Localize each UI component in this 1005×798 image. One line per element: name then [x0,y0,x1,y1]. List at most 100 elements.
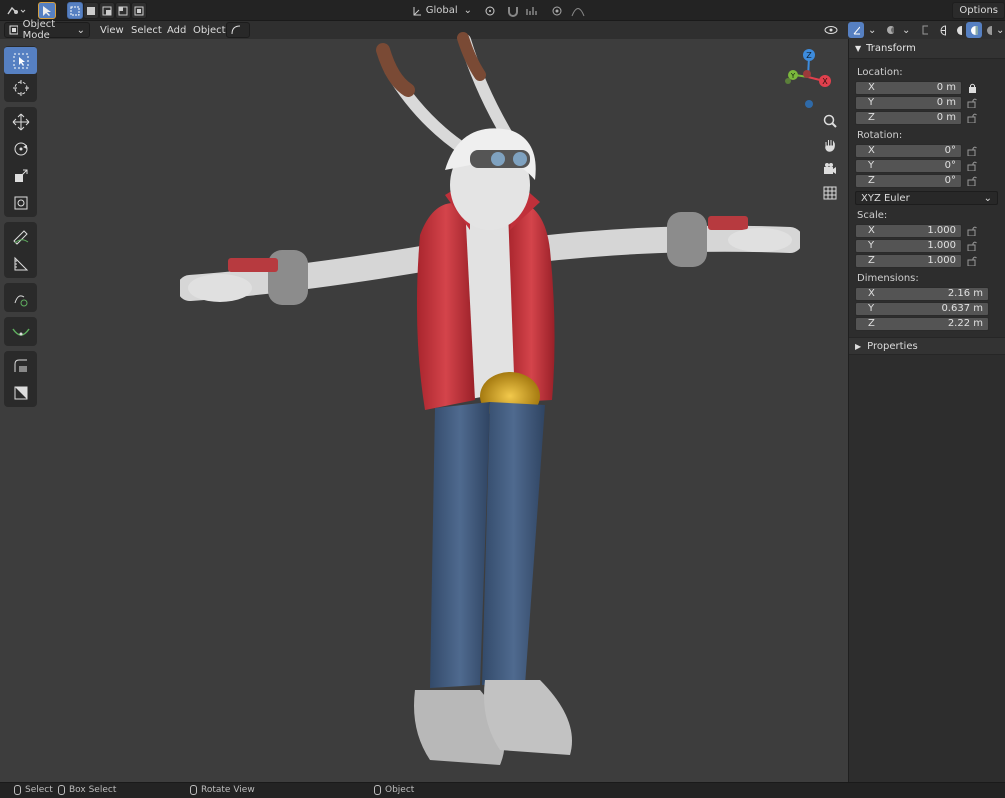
select-mode-intersect-button[interactable] [131,2,147,19]
select-mode-extend-button[interactable] [83,2,99,19]
chevron-down-icon[interactable]: ⌄ [864,22,876,38]
measure-tool[interactable] [4,250,37,277]
axis-label: X [868,288,875,299]
pivot-point-dropdown[interactable] [480,2,502,19]
add-cube-tool[interactable] [4,284,37,311]
rendered-sphere-icon [987,25,992,35]
rotate-tool[interactable] [4,135,37,162]
lock-icon[interactable] [962,83,982,93]
inset-tool[interactable] [4,379,37,406]
transform-orientation-dropdown[interactable]: Global ⌄ [412,2,472,19]
gizmo-toggle[interactable] [848,22,864,38]
unlock-icon[interactable] [962,161,982,171]
rotation-z-field[interactable]: Z 0° [855,173,962,188]
eye-icon [824,26,838,34]
transform-panel-header[interactable]: ▼ Transform [849,39,1005,59]
location-x-field[interactable]: X 0 m [855,80,962,95]
pan-view-button[interactable] [820,135,840,155]
unlock-icon[interactable] [962,256,982,266]
gizmo-icon [853,26,860,35]
scale-y-row: Y 1.000 [855,238,1005,253]
zoom-view-button[interactable] [820,111,840,131]
axis-label: Z [868,175,875,186]
unlock-icon[interactable] [962,146,982,156]
mouse-left-icon [14,785,21,795]
overlay-toggle[interactable] [882,22,898,38]
location-y-row: Y 0 m [855,95,1005,110]
object-mode-dropdown[interactable]: Object Mode ⌄ [4,19,90,41]
scale-z-field[interactable]: Z 1.000 [855,253,962,268]
cursor-tool[interactable] [4,74,37,101]
ruler-icon [14,256,28,270]
editor-type-button[interactable] [4,2,28,19]
proportional-edit-toggle[interactable] [550,2,564,19]
camera-view-button[interactable] [820,159,840,179]
properties-panel-header[interactable]: ▶ Properties [849,337,1005,355]
select-mode-invert-button[interactable] [115,2,131,19]
wireframe-shading-button[interactable] [936,22,950,38]
options-label: Options [959,5,998,16]
rendered-shading-button[interactable] [982,22,996,38]
top-header: Global ⌄ Options [0,0,1005,21]
overlay-icon [887,26,894,34]
rotation-y-field[interactable]: Y 0° [855,158,962,173]
unlock-icon[interactable] [962,98,982,108]
toggle-perspective-button[interactable] [820,183,840,203]
status-rotate-view: Rotate View [190,785,255,795]
rotation-mode-dropdown[interactable]: XYZ Euler ⌄ [855,191,998,205]
unlock-icon[interactable] [962,113,982,123]
annotate-tool[interactable] [4,223,37,250]
material-preview-button[interactable] [966,22,982,38]
status-box-select: Box Select [58,785,116,795]
draw-curve-tool[interactable] [4,318,37,345]
dimensions-z-field[interactable]: Z 2.22 m [855,316,989,331]
chevron-down-icon[interactable]: ⌄ [898,22,910,38]
axis-label: Y [868,303,875,314]
falloff-dropdown[interactable] [567,2,589,19]
visibility-dropdown[interactable] [820,22,844,38]
select-extend-icon [87,6,95,15]
scale-z-row: Z 1.000 [855,253,1005,268]
menu-select[interactable]: Select [127,22,166,38]
select-box-tool[interactable] [4,47,37,74]
axis-label: Z [868,255,875,266]
menu-view[interactable]: View [96,22,128,38]
location-label: Location: [857,67,903,78]
status-bar: Select Box Select Rotate View Object [0,782,1005,798]
transform-tool[interactable] [4,189,37,216]
character-model-image[interactable] [180,30,800,780]
scale-x-field[interactable]: X 1.000 [855,223,962,238]
rotation-x-field[interactable]: X 0° [855,143,962,158]
location-z-field[interactable]: Z 0 m [855,110,962,125]
unlock-icon[interactable] [962,176,982,186]
bevel-tool[interactable] [4,352,37,379]
unlock-icon[interactable] [962,226,982,236]
value: 0 m [936,82,956,93]
location-y-field[interactable]: Y 0 m [855,95,962,110]
navigation-gizmo[interactable]: Z X Y [780,46,840,111]
value: 0 m [936,97,956,108]
value: 0° [944,145,956,156]
options-button[interactable]: Options [952,2,1005,19]
select-tool-button[interactable] [38,2,56,19]
solid-shading-button[interactable] [952,22,966,38]
xray-toggle[interactable] [918,22,932,38]
value: 1.000 [927,255,956,266]
scale-y-field[interactable]: Y 1.000 [855,238,962,253]
scale-tool[interactable] [4,162,37,189]
rotation-mode-value: XYZ Euler [861,192,910,204]
unlock-icon[interactable] [962,241,982,251]
chevron-down-icon[interactable]: ⌄ [996,22,1005,38]
move-tool[interactable] [4,108,37,135]
dimensions-y-field[interactable]: Y 0.637 m [855,301,989,316]
dimensions-x-field[interactable]: X 2.16 m [855,286,989,301]
properties-title: Properties [867,340,918,352]
select-box-icon [13,53,28,68]
snap-target-dropdown[interactable] [522,2,544,19]
proportional-edit-icon [552,6,562,15]
select-mode-subtract-button[interactable] [99,2,115,19]
snap-toggle[interactable] [506,2,520,19]
mouse-middle-icon [190,785,197,795]
tool-group-misc [4,351,37,407]
select-mode-new-button[interactable] [67,2,83,19]
